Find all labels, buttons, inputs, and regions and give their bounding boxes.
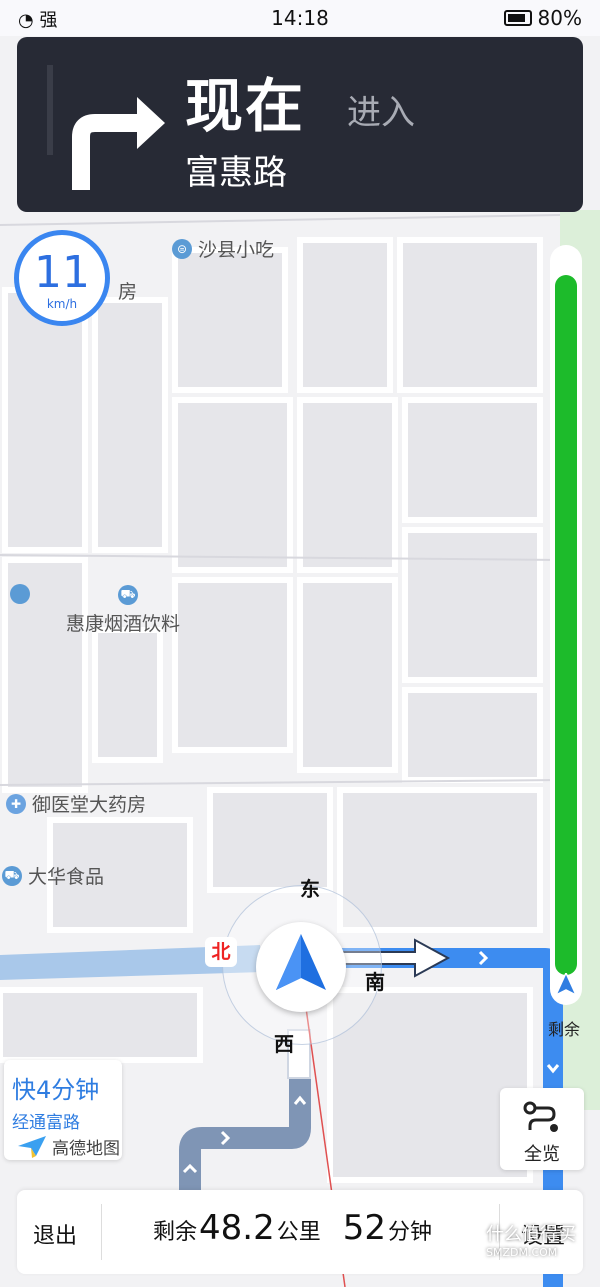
turn-right-icon (47, 65, 165, 190)
exit-button[interactable]: 退出 (33, 1218, 77, 1250)
amap-brand: 高德地图 (52, 1139, 120, 1159)
trip-summary: 剩余 48.2 公里 52 分钟 (153, 1208, 432, 1248)
shopping-cart-icon: ⛟ (118, 585, 138, 605)
status-bar: ◔ 强 14:18 80% (0, 0, 600, 36)
distance-unit: 公里 (276, 1220, 321, 1245)
remaining-time: 52 (342, 1208, 386, 1248)
divider (101, 1204, 102, 1260)
battery-percent: 80% (537, 6, 582, 30)
poi-label: 沙县小吃 (198, 239, 275, 261)
poi-huikang[interactable]: ⛟ 惠康烟酒饮料 (66, 585, 180, 636)
speed-unit: km/h (46, 297, 78, 311)
shopping-cart-icon (10, 584, 30, 608)
route-progress-bar (550, 245, 582, 1005)
compass-south: 南 (365, 970, 385, 994)
poi-yuyitang[interactable]: ✚ 御医堂大药房 (6, 790, 146, 817)
pharmacy-icon: ✚ (6, 793, 26, 814)
watermark-sub: SMZDM.COM (486, 1246, 558, 1259)
remain-prefix: 剩余 (153, 1220, 198, 1245)
poi-label: 大华食品 (28, 866, 105, 888)
compass-west: 西 (274, 1032, 294, 1056)
alt-route-time-saved: 快4分钟 (12, 1076, 100, 1104)
road-name: 富惠路 (185, 153, 287, 193)
remaining-distance: 48.2 (199, 1208, 275, 1248)
battery-icon (503, 10, 532, 26)
poi-fang[interactable]: 房 (118, 277, 137, 304)
poi-dahua[interactable]: ⛟ 大华食品 (2, 862, 104, 889)
amap-logo-icon (18, 1136, 46, 1158)
poi-label: 房 (118, 281, 138, 303)
battery-indicator: 80% (503, 6, 582, 30)
watermark: 什么值得买 SMZDM.COM (486, 1220, 576, 1259)
overview-label: 全览 (524, 1144, 560, 1165)
compass-east: 东 (300, 877, 320, 901)
route-progress-fill (555, 274, 577, 975)
poi-label: 御医堂大药房 (32, 794, 147, 816)
car-position-icon (556, 973, 576, 996)
turn-instruction-card[interactable]: 现在 进入 富惠路 (17, 37, 583, 212)
alternate-route-card[interactable]: 快4分钟 经通富路 高德地图 (4, 1060, 122, 1160)
watermark-title: 什么值得买 (486, 1224, 576, 1245)
speed-badge: 11 km/h (14, 230, 110, 326)
instruction-text: 现在 (185, 72, 306, 140)
speed-value: 11 (34, 247, 90, 298)
route-overview-icon (523, 1101, 558, 1132)
navigation-arrow-icon (276, 934, 326, 990)
vehicle-marker (256, 922, 346, 1012)
alt-route-via: 经通富路 (12, 1113, 80, 1133)
overview-button[interactable]: 全览 (500, 1088, 584, 1170)
poi-label: 惠康烟酒饮料 (66, 613, 181, 635)
shopping-cart-icon: ⛟ (2, 865, 22, 886)
progress-remaining-label: 剩余 (548, 1020, 581, 1039)
poi-shaxian[interactable]: ⊜ 沙县小吃 (172, 235, 274, 262)
compass-north: 北 (205, 937, 237, 967)
action-text: 进入 (347, 93, 415, 133)
restaurant-icon: ⊜ (172, 238, 192, 259)
time-unit: 分钟 (388, 1220, 433, 1245)
